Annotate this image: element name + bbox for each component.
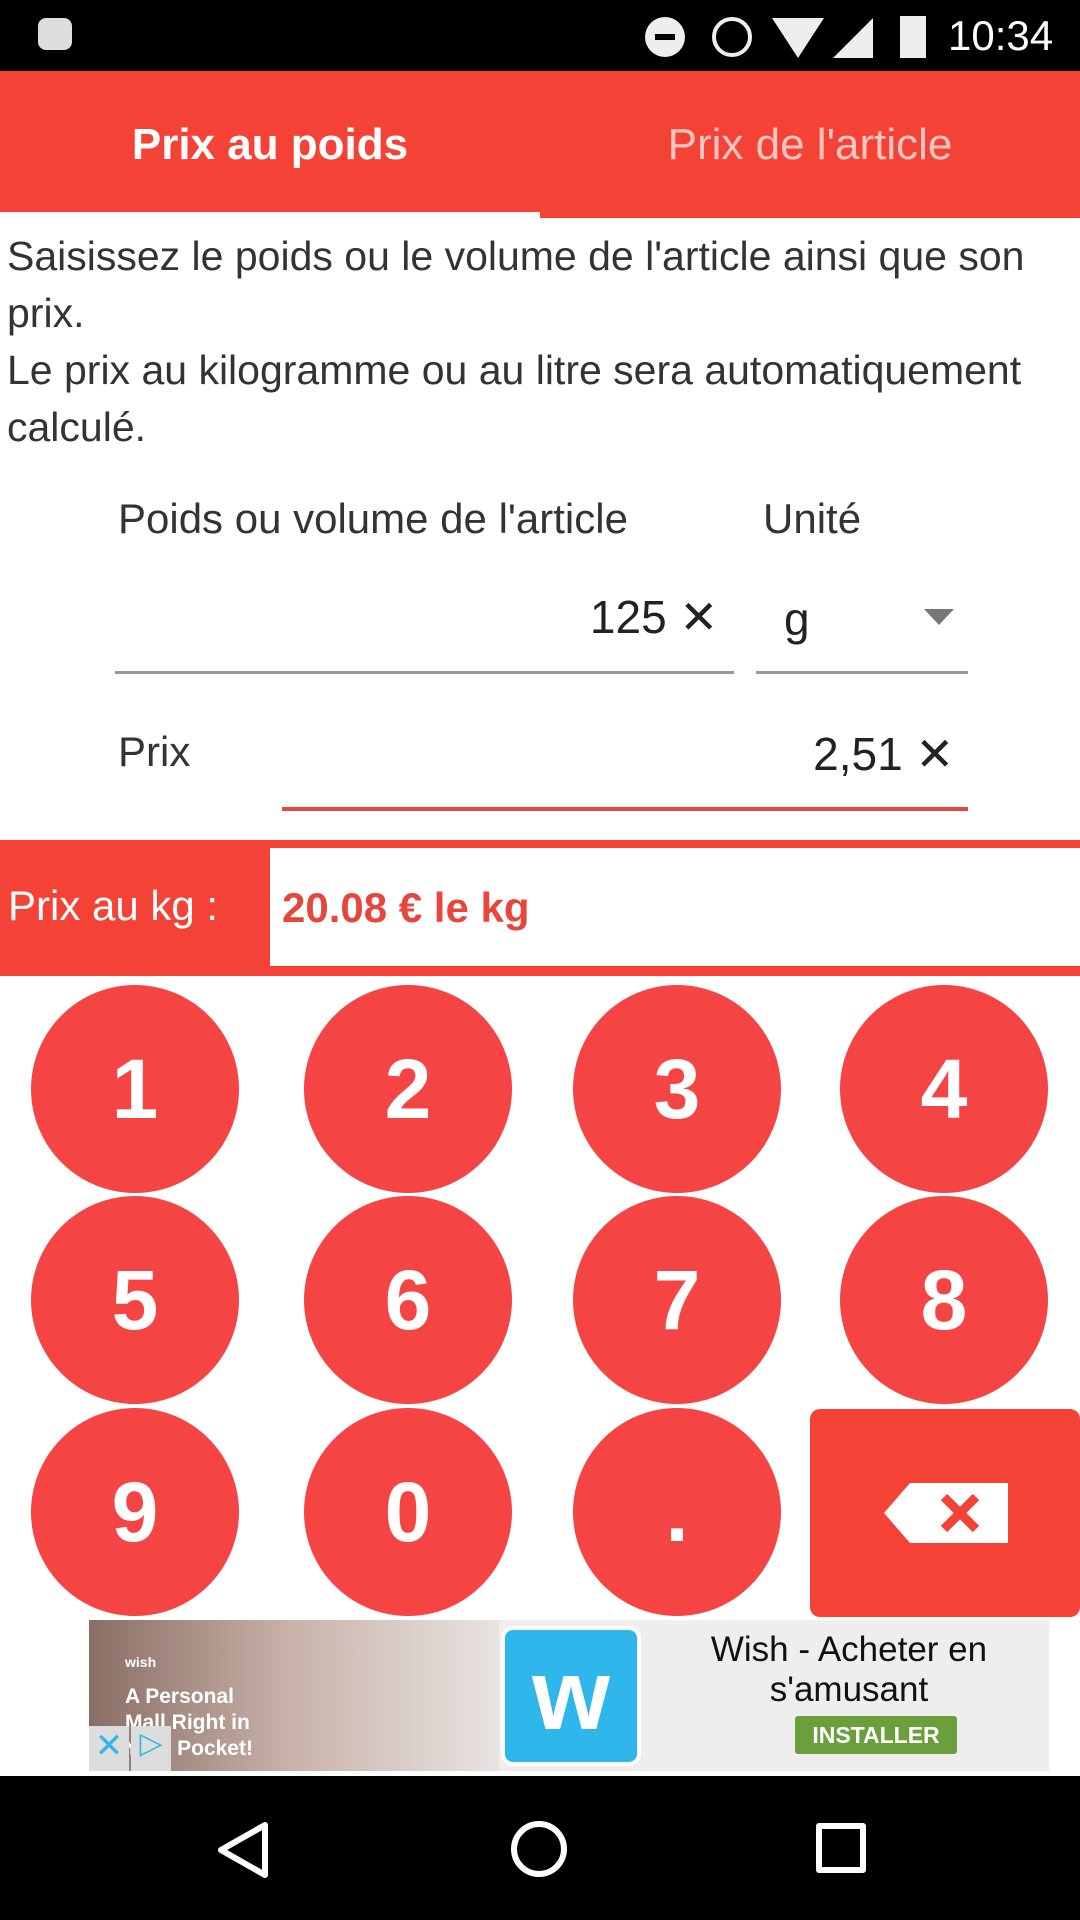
clear-price-icon[interactable]: ✕ bbox=[915, 728, 954, 780]
ad-title: Wish - Acheter en s'amusant bbox=[710, 1630, 988, 1709]
unit-value: g bbox=[784, 593, 810, 645]
ad-close-icon[interactable]: ✕ bbox=[89, 1726, 129, 1771]
weight-input[interactable]: 125 ✕ bbox=[115, 580, 734, 674]
key-dot[interactable]: . bbox=[573, 1408, 781, 1616]
ad-banner[interactable]: wish A Personal Mall Right in Your Pocke… bbox=[89, 1620, 1049, 1771]
result-label: Prix au kg : bbox=[8, 882, 219, 929]
key-6[interactable]: 6 bbox=[304, 1196, 512, 1404]
recents-icon[interactable] bbox=[816, 1823, 866, 1873]
adchoices-icon[interactable]: ▷ bbox=[131, 1726, 171, 1771]
key-9[interactable]: 9 bbox=[31, 1408, 239, 1616]
key-4[interactable]: 4 bbox=[840, 985, 1048, 1193]
clock: 10:34 bbox=[948, 12, 1054, 59]
key-7[interactable]: 7 bbox=[573, 1196, 781, 1404]
weight-label: Poids ou volume de l'article bbox=[118, 495, 628, 542]
signal-icon bbox=[833, 18, 873, 58]
key-2[interactable]: 2 bbox=[304, 985, 512, 1193]
dnd-icon bbox=[645, 17, 685, 57]
tab-label: Prix de l'article bbox=[667, 119, 953, 169]
price-input[interactable]: 2,51 ✕ bbox=[282, 715, 968, 811]
tab-label: Prix au poids bbox=[131, 119, 409, 169]
key-1[interactable]: 1 bbox=[31, 985, 239, 1193]
backspace-icon bbox=[884, 1483, 1008, 1543]
clear-weight-icon[interactable]: ✕ bbox=[679, 591, 718, 643]
unit-label: Unité bbox=[763, 495, 862, 542]
tab-indicator bbox=[0, 212, 540, 218]
backspace-button[interactable] bbox=[810, 1409, 1080, 1617]
install-button[interactable]: INSTALLER bbox=[795, 1716, 957, 1754]
weight-value: 125 bbox=[589, 591, 667, 643]
battery-charging-icon bbox=[900, 16, 926, 58]
key-3[interactable]: 3 bbox=[573, 985, 781, 1193]
android-icon bbox=[38, 18, 72, 50]
result-box: 20.08 € le kg bbox=[270, 848, 1080, 966]
tab-bar: Prix au poids Prix de l'article bbox=[0, 71, 1080, 218]
dropdown-arrow-icon bbox=[924, 609, 954, 625]
unit-spinner[interactable]: g bbox=[756, 580, 968, 674]
description: Saisissez le poids ou le volume de l'art… bbox=[7, 233, 1025, 450]
tab-prix-de-l-article[interactable]: Prix de l'article bbox=[540, 71, 1080, 218]
price-value: 2,51 bbox=[813, 728, 903, 780]
result-row: Prix au kg : 20.08 € le kg bbox=[0, 840, 1080, 976]
back-icon[interactable] bbox=[215, 1821, 271, 1879]
status-bar: 10:34 bbox=[0, 0, 1080, 71]
price-label: Prix bbox=[118, 728, 191, 775]
ad-brand: wish bbox=[125, 1654, 157, 1670]
result-value: 20.08 € le kg bbox=[282, 884, 530, 931]
alarm-icon bbox=[712, 17, 752, 57]
home-icon[interactable] bbox=[511, 1821, 567, 1877]
navigation-bar bbox=[0, 1776, 1080, 1920]
wifi-icon bbox=[772, 18, 824, 58]
key-8[interactable]: 8 bbox=[840, 1196, 1048, 1404]
wish-logo: w bbox=[501, 1626, 641, 1766]
key-5[interactable]: 5 bbox=[31, 1196, 239, 1404]
key-0[interactable]: 0 bbox=[304, 1408, 512, 1616]
tab-prix-au-poids[interactable]: Prix au poids bbox=[0, 71, 540, 218]
